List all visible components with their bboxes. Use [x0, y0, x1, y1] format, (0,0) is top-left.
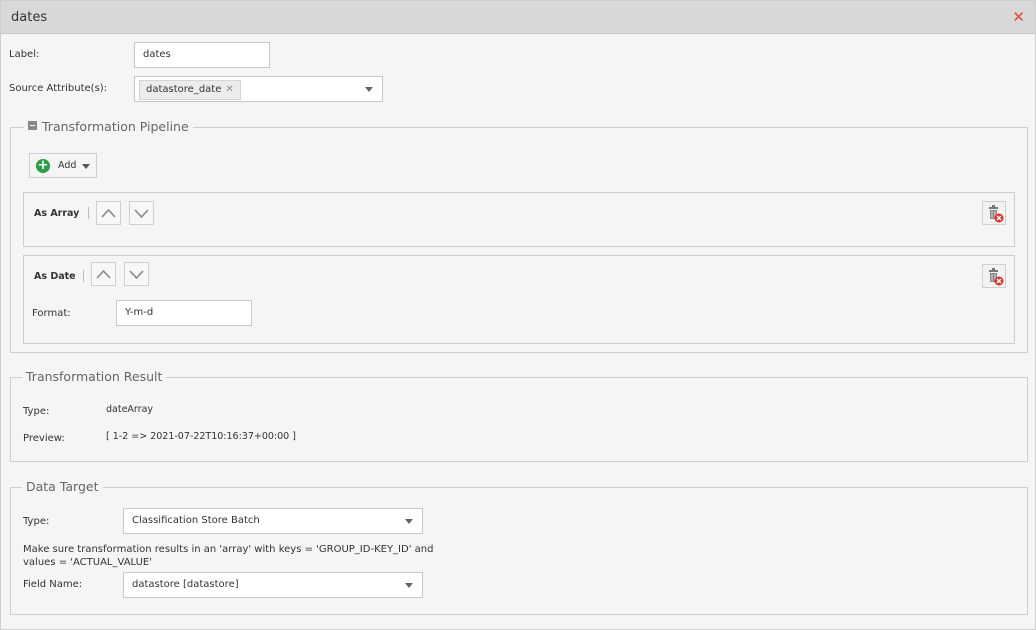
add-step-button[interactable]: + Add — [29, 153, 97, 178]
transformation-pipeline-title: Transformation Pipeline — [42, 119, 189, 134]
add-button-label: Add — [58, 160, 77, 171]
chevron-down-icon — [134, 209, 149, 219]
transformation-result-fieldset: Transformation Result — [10, 369, 1028, 462]
field-name-value: datastore [datastore] — [132, 579, 239, 590]
trash-icon — [989, 205, 1004, 223]
collapse-icon[interactable] — [28, 121, 37, 130]
move-up-button[interactable] — [96, 201, 121, 225]
target-type-select[interactable]: Classification Store Batch — [123, 508, 423, 534]
format-input[interactable]: Y-m-d — [116, 300, 252, 326]
target-note-line2: values = 'ACTUAL_VALUE' — [23, 557, 152, 568]
title-bar: dates ✕ — [1, 1, 1035, 34]
delete-step-button[interactable] — [982, 264, 1006, 288]
field-name-label: Field Name: — [23, 579, 83, 590]
dialog-window: dates ✕ Label: dates Source Attribute(s)… — [0, 0, 1036, 630]
step-title: As Date — [34, 271, 76, 282]
source-attribute-tag-label: datastore_date — [146, 84, 222, 95]
step-title: As Array — [34, 208, 80, 219]
data-target-legend: Data Target — [22, 479, 103, 495]
close-icon[interactable]: ✕ — [1012, 8, 1025, 26]
source-attributes-label: Source Attribute(s): — [9, 83, 108, 94]
remove-tag-icon[interactable]: ✕ — [225, 84, 233, 95]
source-attribute-tag: datastore_date ✕ — [139, 80, 241, 100]
transformation-result-legend: Transformation Result — [22, 369, 167, 385]
target-type-value: Classification Store Batch — [132, 515, 260, 526]
result-type-value: dateArray — [106, 404, 154, 415]
chevron-down-icon — [82, 164, 90, 169]
trash-icon — [989, 268, 1004, 286]
dialog-title: dates — [11, 10, 48, 25]
result-preview-label: Preview: — [23, 433, 65, 444]
chevron-down-icon — [129, 270, 144, 280]
chevron-down-icon[interactable] — [405, 583, 413, 588]
target-note-line1: Make sure transformation results in an '… — [23, 544, 434, 555]
result-preview-value: [ 1-2 => 2021-07-22T10:16:37+00:00 ] — [106, 431, 296, 442]
chevron-up-icon — [96, 269, 111, 279]
label-field-label: Label: — [9, 49, 40, 60]
format-label: Format: — [32, 308, 71, 319]
divider — [88, 207, 89, 219]
chevron-down-icon[interactable] — [405, 519, 413, 524]
chevron-down-icon[interactable] — [365, 87, 373, 92]
label-input[interactable]: dates — [134, 42, 270, 68]
chevron-up-icon — [101, 208, 116, 218]
divider — [83, 270, 84, 282]
delete-step-button[interactable] — [982, 201, 1006, 225]
plus-icon: + — [36, 158, 50, 173]
field-name-select[interactable]: datastore [datastore] — [123, 572, 423, 598]
move-down-button[interactable] — [124, 262, 149, 286]
target-type-label: Type: — [23, 516, 50, 527]
pipeline-step-as-array: As Array — [23, 192, 1015, 247]
pipeline-step-as-date: As Date Format: Y-m-d — [23, 255, 1015, 344]
source-attributes-select[interactable]: datastore_date ✕ — [134, 76, 383, 102]
move-down-button[interactable] — [129, 201, 154, 225]
move-up-button[interactable] — [91, 262, 116, 286]
result-type-label: Type: — [23, 406, 50, 417]
transformation-pipeline-legend[interactable]: Transformation Pipeline — [24, 119, 193, 135]
